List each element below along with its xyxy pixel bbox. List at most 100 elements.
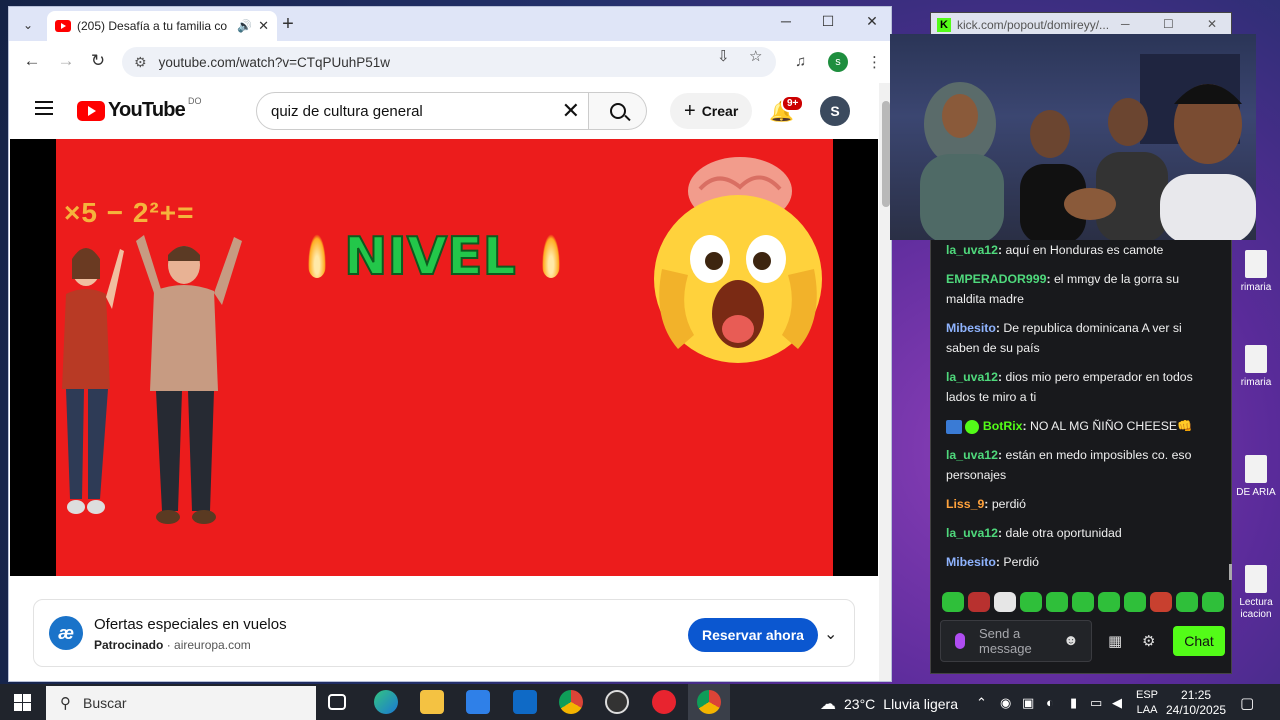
tray-camera-icon[interactable]: ▣	[1022, 695, 1034, 711]
account-avatar[interactable]: S	[820, 96, 850, 126]
emote-icon[interactable]	[1020, 592, 1042, 612]
profile-avatar[interactable]: s	[828, 52, 848, 72]
microphone-icon[interactable]	[955, 633, 965, 649]
ad-title[interactable]: Ofertas especiales en vuelos	[94, 616, 287, 633]
site-info-icon[interactable]: ⚙	[134, 54, 147, 71]
show-hidden-icons[interactable]: ⌃	[976, 695, 987, 711]
taskbar-search-box[interactable]: ⚲ Buscar	[46, 686, 316, 720]
emote-icon[interactable]	[1176, 592, 1198, 612]
chat-message-list[interactable]: la_uva12: aquí en Honduras es camote EMP…	[946, 240, 1216, 581]
menu-hamburger-icon[interactable]	[35, 101, 53, 115]
reload-button[interactable]: ↻	[87, 51, 109, 71]
network-icon[interactable]: ▭	[1090, 695, 1102, 711]
kick-close-button[interactable]: ✕	[1207, 17, 1217, 31]
windows-start-icon[interactable]	[14, 694, 31, 711]
chat-message: Mibesito: De republica dominicana A ver …	[946, 321, 1182, 355]
youtube-logo[interactable]: YouTube DO	[77, 96, 201, 122]
back-button[interactable]: ←	[21, 51, 43, 71]
notification-center-icon[interactable]: ▢	[1240, 694, 1254, 712]
close-window-button[interactable]: ✕	[861, 13, 883, 30]
scrollbar-thumb[interactable]	[882, 101, 890, 207]
new-tab-button[interactable]: +	[277, 13, 299, 36]
emote-icon[interactable]	[1098, 592, 1120, 612]
kick-minimize-button[interactable]: ─	[1121, 17, 1130, 31]
emote-bar	[942, 592, 1224, 612]
bookmark-star-icon[interactable]: ☆	[749, 47, 762, 65]
chat-username[interactable]: la_uva12	[946, 526, 998, 540]
sponsored-label: Patrocinado	[94, 638, 164, 652]
desktop-icon-2[interactable]: rimaria	[1230, 345, 1280, 389]
chat-message: Mibesito: Perdió	[946, 555, 1039, 569]
tab-youtube[interactable]: (205) Desafía a tu familia co 🔊 ✕	[47, 11, 277, 41]
verified-badge-icon	[965, 419, 980, 434]
install-app-icon[interactable]: ⇩	[717, 47, 730, 65]
opera-icon[interactable]	[652, 690, 676, 714]
flame-left-icon	[308, 234, 326, 278]
emote-icon[interactable]	[1202, 592, 1224, 612]
emote-icon[interactable]	[968, 592, 990, 612]
volume-icon[interactable]: ◀	[1112, 695, 1122, 711]
emote-icon[interactable]	[942, 592, 964, 612]
minimize-button[interactable]: ─	[775, 13, 797, 29]
emote-icon[interactable]	[1124, 592, 1146, 612]
language-indicator[interactable]: ESP LAA	[1136, 688, 1158, 718]
obs-icon[interactable]	[605, 690, 629, 714]
chevron-down-icon[interactable]: ⌄	[824, 624, 837, 644]
task-view-icon[interactable]	[328, 694, 346, 710]
chat-scrollbar[interactable]	[1229, 564, 1232, 580]
desktop-icon-4[interactable]: Lectura icacion	[1230, 565, 1280, 621]
desktop-icon-3[interactable]: DE ARIA	[1230, 455, 1280, 499]
sponsored-ad-card[interactable]: æ Ofertas especiales en vuelos Patrocina…	[33, 599, 855, 667]
desktop-icon-1[interactable]: rimaria	[1230, 250, 1280, 294]
emote-icon[interactable]	[994, 592, 1016, 612]
emoji-picker-icon[interactable]: ☻	[1063, 632, 1079, 649]
kick-logo-icon: K	[937, 18, 951, 32]
microsoft-store-icon[interactable]	[466, 690, 490, 714]
chat-username[interactable]: la_uva12	[946, 370, 998, 384]
weather-widget[interactable]: ☁ 23°C Lluvia ligera	[820, 694, 958, 714]
chat-username[interactable]: Mibesito	[946, 321, 996, 335]
forward-button[interactable]: →	[55, 51, 77, 71]
cloud-rain-icon: ☁	[820, 696, 836, 713]
emote-icon[interactable]	[1072, 592, 1094, 612]
system-clock[interactable]: 21:25 24/10/2025	[1166, 688, 1226, 718]
chat-text: aquí en Honduras es camote	[1005, 243, 1164, 257]
send-chat-button[interactable]: Chat	[1173, 626, 1225, 656]
microphone-icon[interactable]: ▮	[1070, 695, 1077, 711]
url-text: youtube.com/watch?v=CTqPUuhP51w	[158, 54, 391, 70]
close-tab-icon[interactable]: ✕	[258, 18, 269, 34]
clear-search-icon[interactable]: ✕	[562, 98, 580, 124]
address-bar[interactable]: ⚙ youtube.com/watch?v=CTqPUuhP51w	[122, 47, 776, 77]
tray-shield-icon[interactable]: ◐	[1046, 695, 1054, 710]
search-button[interactable]	[589, 92, 647, 130]
create-button[interactable]: + Crear	[670, 93, 753, 129]
media-controls-icon[interactable]: ♫	[795, 53, 806, 70]
maximize-button[interactable]: ☐	[817, 13, 839, 30]
file-explorer-icon[interactable]	[420, 690, 444, 714]
chat-username[interactable]: BotRix	[983, 419, 1023, 433]
chat-username[interactable]: EMPERADOR999	[946, 272, 1046, 286]
chat-username[interactable]: Mibesito	[946, 555, 996, 569]
chat-username[interactable]: la_uva12	[946, 243, 998, 257]
store-icon[interactable]: ▦	[1108, 632, 1122, 650]
edge-browser-icon[interactable]	[374, 690, 398, 714]
browser-menu-icon[interactable]: ⋮	[867, 53, 882, 71]
emote-icon[interactable]	[1046, 592, 1068, 612]
outlook-icon[interactable]	[513, 690, 537, 714]
chat-message: BotRix: NO AL MG ÑIÑO CHEESE👊	[946, 416, 1216, 436]
chrome-icon[interactable]	[559, 690, 583, 714]
tray-app-icon[interactable]: ◉	[1000, 695, 1011, 711]
chat-text: NO AL MG ÑIÑO CHEESE👊	[1029, 419, 1193, 433]
search-input[interactable]: quiz de cultura general ✕	[256, 92, 589, 130]
chat-username[interactable]: Liss_9	[946, 497, 984, 511]
tab-search-chevron-icon[interactable]: ⌄	[17, 14, 39, 36]
chat-username[interactable]: la_uva12	[946, 448, 998, 462]
reserve-now-button[interactable]: Reservar ahora	[688, 618, 818, 652]
emote-icon[interactable]	[1150, 592, 1172, 612]
video-player[interactable]: ×5 − 2²+= NIVEL	[10, 139, 878, 576]
lang-code: ESP	[1136, 689, 1159, 701]
speaker-icon[interactable]: 🔊	[237, 19, 252, 33]
gear-icon[interactable]: ⚙	[1142, 632, 1155, 650]
active-chrome-taskbar-button[interactable]	[688, 684, 730, 720]
kick-maximize-button[interactable]: ☐	[1163, 17, 1174, 31]
